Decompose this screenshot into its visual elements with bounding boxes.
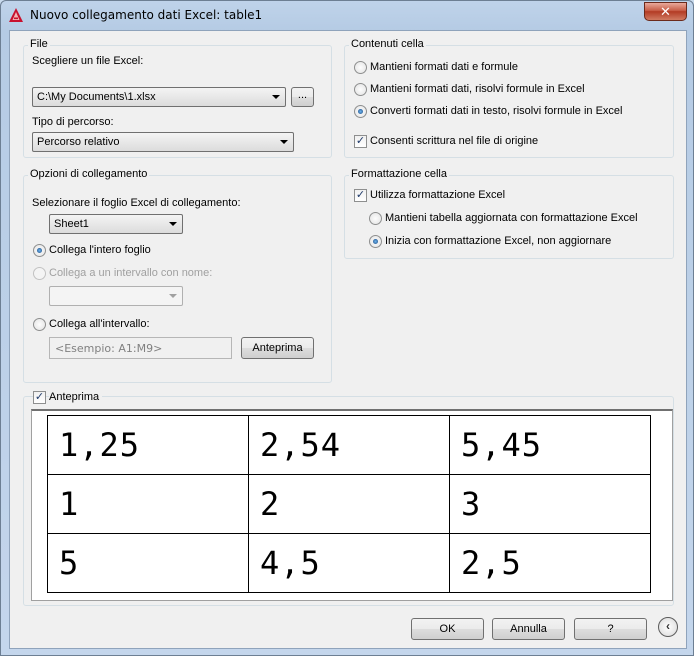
table-cell: 2,54: [248, 415, 450, 475]
title-bar[interactable]: Nuovo collegamento dati Excel: table1 ✕: [1, 1, 693, 29]
cancel-button[interactable]: Annulla: [492, 618, 565, 640]
sheet-combobox[interactable]: Sheet1: [49, 214, 183, 234]
link-entire-sheet-radio[interactable]: [33, 244, 46, 257]
table-cell: 5,45: [449, 415, 651, 475]
ok-button[interactable]: OK: [411, 618, 484, 640]
path-type-label: Tipo di percorso:: [32, 116, 114, 128]
link-named-range-radio[interactable]: [33, 267, 46, 280]
cell-opt3-label: Converti formati dati in testo, risolvi …: [370, 105, 623, 117]
file-group-title: File: [28, 38, 50, 50]
allow-write-label: Consenti scrittura nel file di origine: [370, 135, 539, 147]
choose-file-label: Scegliere un file Excel:: [32, 55, 144, 67]
close-icon: ✕: [660, 4, 671, 19]
back-arrow-icon[interactable]: ‹: [658, 617, 678, 637]
table-row: 5 4,5 2,5: [47, 533, 651, 593]
help-button[interactable]: ?: [574, 618, 647, 640]
use-excel-format-label: Utilizza formattazione Excel: [370, 189, 506, 201]
close-button[interactable]: ✕: [644, 2, 687, 21]
range-input[interactable]: <Esempio: A1:M9>: [49, 337, 232, 359]
path-type-combobox[interactable]: Percorso relativo: [32, 132, 294, 152]
link-entire-sheet-label: Collega l'intero foglio: [49, 244, 151, 256]
preview-area: 1,25 2,54 5,45 1 2 3 5 4,5 2,5: [31, 409, 673, 601]
window-title: Nuovo collegamento dati Excel: table1: [30, 8, 263, 22]
preview-checkbox[interactable]: ✓: [33, 391, 46, 404]
cell-format-group: Formattazione cella ✓ Utilizza formattaz…: [344, 168, 674, 259]
table-cell: 1: [47, 474, 249, 534]
table-cell: 3: [449, 474, 651, 534]
use-excel-format-checkbox[interactable]: ✓: [354, 189, 367, 202]
cell-opt1-radio[interactable]: [354, 61, 367, 74]
file-combobox[interactable]: C:\My Documents\1.xlsx: [32, 87, 286, 107]
start-excel-format-radio[interactable]: [369, 235, 382, 248]
cell-contents-title: Contenuti cella: [349, 38, 426, 50]
dialog-body: File Scegliere un file Excel: C:\My Docu…: [9, 30, 687, 649]
path-type-value: Percorso relativo: [37, 136, 120, 148]
file-group: File Scegliere un file Excel: C:\My Docu…: [23, 38, 332, 158]
link-options-title: Opzioni di collegamento: [28, 168, 150, 180]
table-cell: 1,25: [47, 415, 249, 475]
preview-button[interactable]: Anteprima: [241, 337, 314, 359]
start-excel-format-label: Inizia con formattazione Excel, non aggi…: [385, 235, 612, 247]
link-range-label: Collega all'intervallo:: [49, 318, 150, 330]
preview-checkbox-label: Anteprima: [49, 391, 103, 403]
allow-write-checkbox[interactable]: ✓: [354, 135, 367, 148]
sheet-value: Sheet1: [54, 218, 89, 230]
table-cell: 2: [248, 474, 450, 534]
link-options-group: Opzioni di collegamento Selezionare il f…: [23, 168, 332, 383]
named-range-combobox[interactable]: [49, 286, 183, 306]
table-cell: 4,5: [248, 533, 450, 593]
cell-opt2-label: Mantieni formati dati, risolvi formule i…: [370, 83, 585, 95]
file-combobox-value: C:\My Documents\1.xlsx: [37, 91, 156, 103]
range-input-placeholder: <Esempio: A1:M9>: [55, 342, 163, 355]
cell-opt2-radio[interactable]: [354, 83, 367, 96]
table-cell: 2,5: [449, 533, 651, 593]
preview-table: 1,25 2,54 5,45 1 2 3 5 4,5 2,5: [47, 415, 651, 593]
chevron-down-icon: [169, 222, 177, 226]
dialog-window: Nuovo collegamento dati Excel: table1 ✕ …: [0, 0, 694, 656]
autocad-logo-icon: [9, 8, 23, 22]
chevron-down-icon: [169, 294, 177, 298]
cell-contents-group: Contenuti cella Mantieni formati dati e …: [344, 38, 674, 158]
link-range-radio[interactable]: [33, 318, 46, 331]
table-row: 1,25 2,54 5,45: [47, 415, 651, 475]
cell-opt1-label: Mantieni formati dati e formule: [370, 61, 518, 73]
table-cell: 5: [47, 533, 249, 593]
keep-updated-radio[interactable]: [369, 212, 382, 225]
sheet-label: Selezionare il foglio Excel di collegame…: [32, 197, 241, 209]
browse-button[interactable]: ...: [291, 87, 314, 107]
keep-updated-label: Mantieni tabella aggiornata con formatta…: [385, 212, 638, 224]
cell-opt3-radio[interactable]: [354, 105, 367, 118]
table-row: 1 2 3: [47, 474, 651, 534]
chevron-down-icon: [280, 140, 288, 144]
cell-format-title: Formattazione cella: [349, 168, 449, 180]
chevron-down-icon: [272, 95, 280, 99]
link-named-range-label: Collega a un intervallo con nome:: [49, 267, 213, 279]
